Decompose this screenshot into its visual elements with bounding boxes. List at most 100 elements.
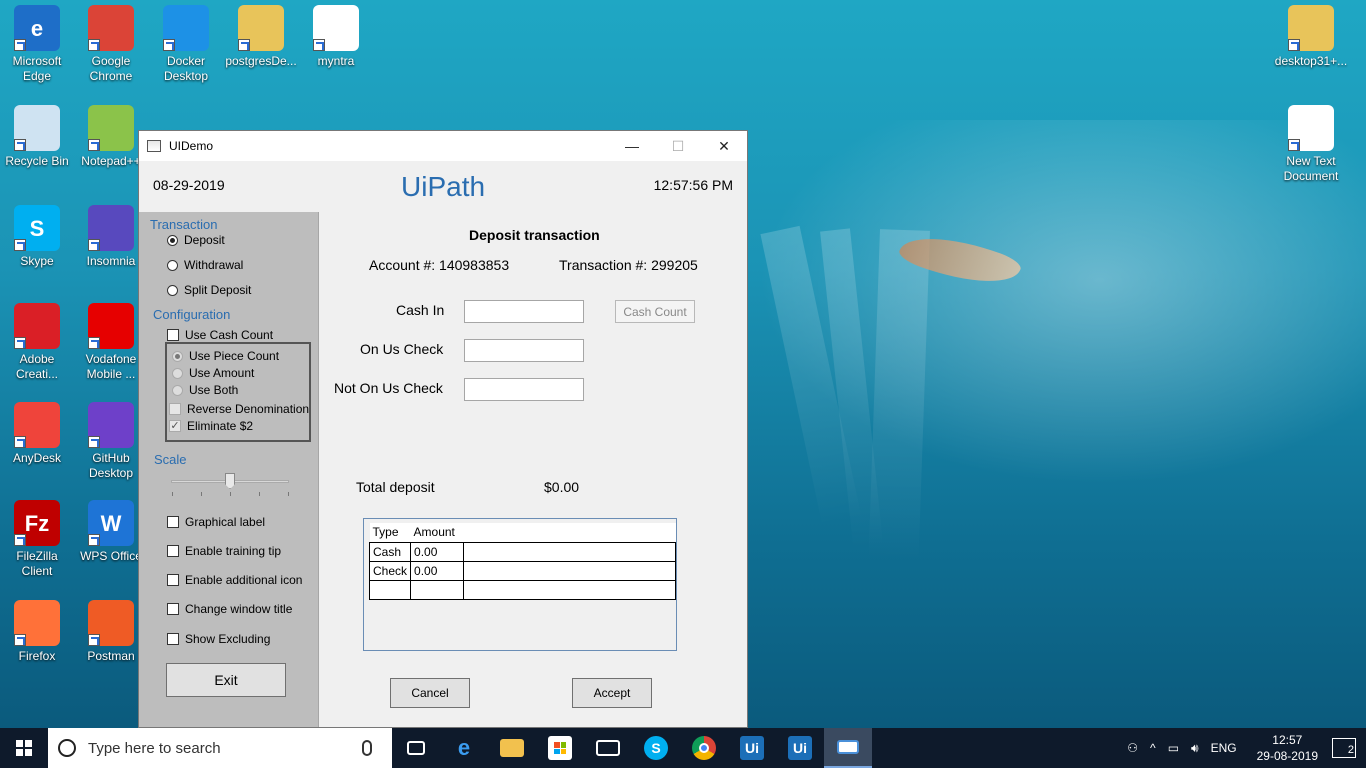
chrome-taskbar-icon[interactable] [680, 728, 728, 768]
reverse-denomination-checkbox[interactable]: Reverse Denomination [169, 402, 309, 416]
radio-use-piece-count[interactable]: Use Piece Count [172, 349, 279, 363]
shortcut-arrow-icon [88, 39, 100, 51]
radio-use-both[interactable]: Use Both [172, 383, 238, 397]
deposit-table: Type Amount Cash 0.00 Check 0.00 [368, 523, 677, 600]
file-explorer-icon[interactable] [488, 728, 536, 768]
start-button[interactable] [0, 728, 48, 768]
desktop-icon-label: GitHub Desktop [88, 451, 134, 480]
skype-taskbar-icon[interactable]: S [632, 728, 680, 768]
on-us-check-input[interactable] [464, 339, 584, 362]
volume-icon[interactable]: 🔊︎ [1191, 741, 1199, 756]
table-row[interactable] [368, 579, 677, 600]
desktop-icon[interactable]: Adobe Creati... [0, 303, 74, 382]
cell-amount[interactable]: 0.00 [410, 541, 464, 562]
search-placeholder: Type here to search [88, 739, 221, 757]
desktop-app-icon [14, 303, 60, 349]
slider-tick [230, 492, 231, 496]
desktop-app-icon: e [14, 5, 60, 51]
desktop-icon[interactable]: Notepad++ [74, 105, 148, 169]
eliminate-2-checkbox[interactable]: ✓ Eliminate $2 [169, 419, 253, 433]
cell-type[interactable]: Check [368, 560, 412, 581]
accept-button[interactable]: Accept [572, 678, 652, 708]
slider-tick [259, 492, 260, 496]
desktop-icon[interactable]: GitHub Desktop [74, 402, 148, 481]
cell-type[interactable] [368, 579, 412, 600]
shortcut-arrow-icon [313, 39, 325, 51]
graphical-label-checkbox[interactable]: Graphical label [167, 515, 265, 529]
desktop-icon[interactable]: Postman [74, 600, 148, 664]
cash-in-input[interactable] [464, 300, 584, 323]
desktop-icon-label: myntra [317, 54, 355, 68]
deposit-grid[interactable]: Type Amount Cash 0.00 Check 0.00 [363, 518, 677, 651]
taskbar-search-box[interactable]: Type here to search [48, 728, 392, 768]
desktop-icon[interactable]: New Text Document [1274, 105, 1348, 184]
cortana-icon [58, 739, 76, 757]
radio-deposit[interactable]: Deposit [167, 233, 225, 247]
table-row[interactable]: Cash 0.00 [368, 541, 677, 562]
cash-count-button[interactable]: Cash Count [615, 300, 695, 323]
cell-empty[interactable] [462, 560, 677, 581]
desktop-app-icon [88, 402, 134, 448]
cancel-button[interactable]: Cancel [390, 678, 470, 708]
desktop-icon[interactable]: AnyDesk [0, 402, 74, 466]
store-icon[interactable] [536, 728, 584, 768]
uipath-studio-icon[interactable]: Ui [728, 728, 776, 768]
radio-label: Deposit [184, 233, 225, 247]
cell-amount[interactable]: 0.00 [410, 560, 464, 581]
radio-use-amount[interactable]: Use Amount [172, 366, 254, 380]
cell-type[interactable]: Cash [368, 541, 412, 562]
task-view-icon[interactable] [392, 728, 440, 768]
mail-icon[interactable] [584, 728, 632, 768]
close-button[interactable]: ✕ [701, 131, 747, 161]
uidemo-taskbar-icon[interactable] [824, 728, 872, 768]
cell-empty[interactable] [462, 579, 677, 600]
people-icon[interactable]: ⚇ [1127, 741, 1138, 755]
not-on-us-check-input[interactable] [464, 378, 584, 401]
show-excluding-checkbox[interactable]: Show Excluding [167, 632, 270, 646]
title-bar[interactable]: UIDemo — ☐ ✕ [139, 131, 747, 161]
table-row[interactable]: Check 0.00 [368, 560, 677, 581]
minimize-button[interactable]: — [609, 131, 655, 161]
shortcut-arrow-icon [14, 239, 26, 251]
enable-additional-icon-checkbox[interactable]: Enable additional icon [167, 573, 302, 587]
scale-section-header: Scale [154, 452, 187, 467]
desktop-icon[interactable]: Firefox [0, 600, 74, 664]
radio-split-deposit[interactable]: Split Deposit [167, 283, 251, 297]
desktop-icon[interactable]: postgresDe... [224, 5, 298, 69]
desktop-icon-label: Docker Desktop [163, 54, 209, 83]
exit-button[interactable]: Exit [166, 663, 286, 697]
desktop-icon-label: Firefox [18, 649, 56, 663]
maximize-button[interactable]: ☐ [655, 131, 701, 161]
desktop-icon[interactable]: Insomnia [74, 205, 148, 269]
desktop-icon[interactable]: Docker Desktop [149, 5, 223, 84]
desktop-icon-label: Google Chrome [89, 54, 133, 83]
desktop-icon[interactable]: myntra [299, 5, 373, 69]
radio-withdrawal[interactable]: Withdrawal [167, 258, 243, 272]
language-indicator[interactable]: ENG [1211, 741, 1237, 755]
network-icon[interactable]: ▭ [1168, 741, 1179, 755]
cell-amount[interactable] [410, 579, 464, 600]
scale-slider-thumb[interactable] [225, 473, 235, 489]
enable-training-tip-checkbox[interactable]: Enable training tip [167, 544, 281, 558]
desktop-icon[interactable]: Recycle Bin [0, 105, 74, 169]
desktop-app-icon [88, 600, 134, 646]
change-window-title-checkbox[interactable]: Change window title [167, 602, 292, 616]
desktop-icon[interactable]: Vodafone Mobile ... [74, 303, 148, 382]
desktop-icon[interactable]: Fz FileZilla Client [0, 500, 74, 579]
desktop-icon[interactable]: e Microsoft Edge [0, 5, 74, 84]
use-cash-count-checkbox[interactable]: Use Cash Count [167, 328, 273, 342]
taskbar-clock[interactable]: 12:57 29-08-2019 [1257, 732, 1318, 764]
show-hidden-icons-icon[interactable]: ^ [1150, 741, 1156, 755]
desktop-icon[interactable]: desktop31+... [1274, 5, 1348, 69]
action-center-icon[interactable]: 2 [1332, 738, 1356, 758]
desktop-app-icon: W [88, 500, 134, 546]
edge-taskbar-icon[interactable]: e [440, 728, 488, 768]
desktop-icon[interactable]: S Skype [0, 205, 74, 269]
microphone-icon[interactable] [362, 740, 372, 756]
desktop-app-icon [88, 205, 134, 251]
shortcut-arrow-icon [14, 436, 26, 448]
uipath-robot-icon[interactable]: Ui [776, 728, 824, 768]
desktop-icon[interactable]: W WPS Office [74, 500, 148, 564]
desktop-icon[interactable]: Google Chrome [74, 5, 148, 84]
cell-empty[interactable] [462, 541, 677, 562]
